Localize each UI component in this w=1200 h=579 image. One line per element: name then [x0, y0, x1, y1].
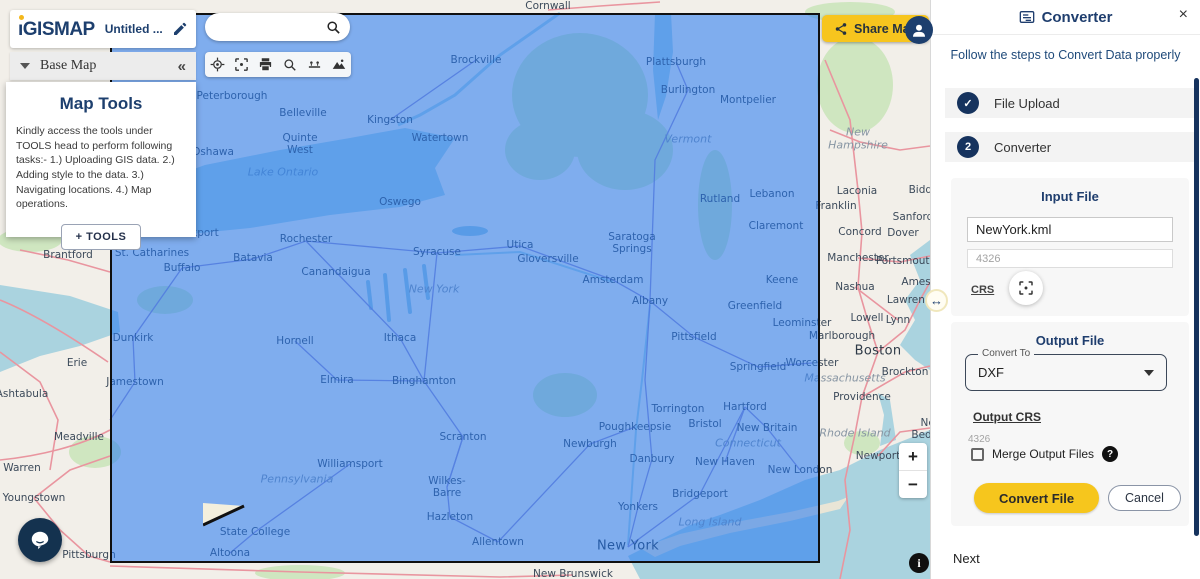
panel-title: Converter	[1042, 9, 1113, 26]
cancel-button[interactable]: Cancel	[1108, 485, 1181, 511]
zoom-control: + −	[899, 443, 927, 498]
map-label: Cornwall	[525, 0, 570, 12]
map-tools-title: Map Tools	[16, 94, 186, 114]
center-focus-icon	[1018, 280, 1034, 296]
map-label: Youngstown	[3, 492, 66, 504]
output-file-title: Output File	[951, 322, 1189, 348]
map-label: Dover	[887, 227, 919, 239]
chat-widget-button[interactable]	[18, 518, 62, 562]
map-label: Laconia	[837, 185, 878, 197]
map-search-input[interactable]	[205, 13, 350, 41]
output-crs-value: 4326	[968, 434, 990, 445]
measure-button[interactable]	[303, 54, 325, 75]
project-title[interactable]: Untitled ...	[105, 22, 172, 36]
map-label: Lawrence	[887, 294, 930, 306]
map-label: Sanford	[893, 211, 930, 223]
search-location-button[interactable]	[279, 54, 301, 75]
gismap-logo: ıGISMAP	[18, 20, 95, 39]
map-label: Amesbury	[901, 276, 930, 288]
polygon-hole	[203, 503, 247, 528]
input-file-card: Input File CRS	[951, 178, 1189, 316]
select-caret-icon	[1144, 370, 1154, 376]
map-label: Erie	[67, 357, 87, 369]
crs-picker-button[interactable]	[1009, 271, 1043, 305]
basemap-terrain-button[interactable]	[328, 54, 350, 75]
input-filename-field[interactable]	[967, 217, 1173, 242]
map-label: New Brunswick	[533, 568, 613, 579]
step-label: File Upload	[994, 96, 1060, 111]
map-label: Providence	[833, 391, 891, 403]
crs-link[interactable]: CRS	[971, 284, 994, 296]
input-crs-field[interactable]	[967, 249, 1173, 268]
map-label: Brantford	[43, 249, 93, 261]
convert-to-value: DXF	[978, 365, 1144, 380]
step-label: Converter	[994, 140, 1051, 155]
map-label: Meadville	[54, 431, 104, 443]
close-icon[interactable]: ×	[1179, 7, 1188, 23]
merge-output-row: Merge Output Files ?	[971, 446, 1118, 462]
step-file-upload[interactable]: ✓ File Upload	[945, 88, 1197, 118]
print-button[interactable]	[255, 54, 277, 75]
step-number-badge: 2	[957, 136, 979, 158]
map-label: Pittsburgh	[62, 549, 116, 561]
map-label: Brockton	[882, 366, 929, 378]
panel-subtitle: Follow the steps to Convert Data properl…	[931, 48, 1200, 62]
converter-icon	[1019, 10, 1035, 24]
map-label: Ashtabula	[0, 388, 48, 400]
map-label: Lowell	[851, 312, 884, 324]
map-tools-description: Kindly access the tools under TOOLS head…	[16, 124, 186, 212]
panel-scrollbar[interactable]	[1194, 78, 1199, 536]
merge-output-label: Merge Output Files	[992, 447, 1094, 461]
next-label[interactable]: Next	[953, 551, 980, 566]
help-icon[interactable]: ?	[1102, 446, 1118, 462]
map-label: Portsmouth	[876, 255, 930, 267]
map-label: Nashua	[835, 281, 875, 293]
converter-header: Converter ×	[931, 0, 1200, 35]
center-focus-button[interactable]	[230, 54, 252, 75]
convert-to-select[interactable]: Convert To DXF	[965, 354, 1167, 391]
dropdown-caret-icon	[20, 63, 30, 69]
map-label: Rhode Island	[819, 428, 890, 441]
info-button[interactable]: i	[909, 553, 929, 573]
app-root: CornwallBrockvillePlattsburghBurlingtonM…	[0, 0, 1200, 579]
converter-panel: Converter × Follow the steps to Convert …	[930, 0, 1200, 579]
chat-bubble-icon	[29, 529, 51, 551]
output-crs-link[interactable]: Output CRS	[973, 410, 1041, 424]
edit-pencil-icon[interactable]	[172, 21, 188, 37]
search-icon	[326, 20, 341, 35]
map-label: Boston	[855, 345, 902, 360]
map-label: Lynn	[886, 314, 910, 326]
output-file-card: Output File Convert To DXF Output CRS 43…	[951, 322, 1189, 526]
tools-button[interactable]: + TOOLS	[61, 224, 142, 250]
map-label: Manchester	[827, 252, 888, 264]
step-check-icon: ✓	[957, 92, 979, 114]
person-icon	[910, 21, 928, 39]
my-location-button[interactable]	[206, 54, 228, 75]
step-converter[interactable]: 2 Converter	[945, 132, 1197, 162]
convert-file-button[interactable]: Convert File	[974, 483, 1099, 513]
zoom-in-button[interactable]: +	[899, 443, 927, 470]
share-icon	[834, 22, 848, 36]
panel-resize-handle[interactable]: ↔	[925, 289, 948, 312]
base-map-label: Base Map	[40, 58, 178, 74]
map-label: Biddeford	[909, 184, 930, 196]
map-toolbar	[205, 52, 351, 77]
map-label: Newport	[856, 450, 900, 462]
convert-to-label: Convert To	[978, 348, 1034, 359]
input-file-title: Input File	[951, 178, 1189, 204]
app-header: ıGISMAP Untitled ...	[10, 10, 196, 48]
map-label: Concord	[838, 226, 881, 238]
collapse-panel-icon[interactable]: «	[178, 58, 186, 75]
map-label: New Hampshire	[822, 126, 894, 151]
zoom-out-button[interactable]: −	[899, 471, 927, 498]
kml-layer-extent[interactable]	[110, 13, 820, 563]
user-avatar[interactable]	[905, 16, 933, 44]
base-map-selector[interactable]: Base Map «	[10, 52, 196, 80]
map-tools-panel: Map Tools Kindly access the tools under …	[6, 82, 196, 237]
merge-output-checkbox[interactable]	[971, 448, 984, 461]
map-label: New Bedford	[911, 417, 930, 441]
map-label: Warren	[3, 462, 40, 474]
map-label: Franklin	[815, 200, 856, 212]
